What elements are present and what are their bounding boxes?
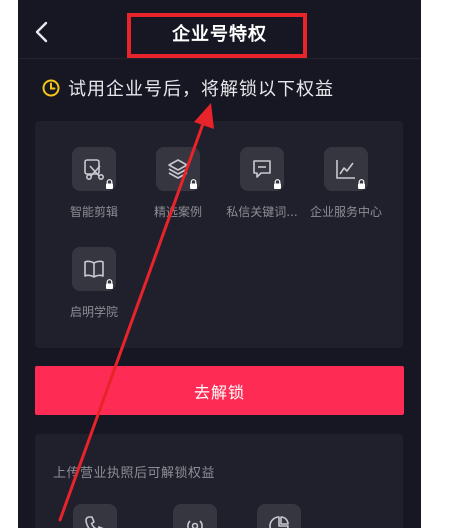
page-title: 企业号特权 [172,24,267,45]
pie-chart-icon [269,516,289,528]
nav-divider [18,58,421,59]
feature-service-center[interactable]: 企业服务中心 [304,147,388,220]
phone-benefit[interactable] [73,504,117,528]
feature-icon-tile [156,147,200,191]
phone-icon [85,516,104,528]
feature-label: 私信关键词... [226,205,298,219]
feature-cases[interactable]: 精选案例 [136,147,220,220]
broadcast-icon [187,520,203,528]
benefits-card: 智能剪辑 精选案例 私信关键词... 企业服务中心 启明学院 [35,121,403,348]
feature-icon-tile [324,147,368,191]
unlock-button[interactable]: 去解锁 [35,366,404,415]
scissors-icon [84,159,104,180]
trial-notice: 试用企业号后，将解锁以下权益 [42,76,334,100]
chart-icon [336,160,355,179]
broadcast-benefit[interactable] [173,504,217,528]
feature-label: 智能剪辑 [69,205,118,219]
book-icon [84,260,104,278]
feature-icon-tile [72,247,116,291]
layers-icon [168,159,188,179]
analytics-benefit[interactable] [257,504,301,528]
feature-label: 启明学院 [69,305,118,319]
lock-icon [106,279,113,289]
nav-bar: 企业号特权 [18,0,421,60]
lock-icon [106,179,113,189]
feature-label: 企业服务中心 [309,205,382,219]
lock-icon [190,179,197,189]
feature-label: 精选案例 [153,205,202,219]
feature-icon-tile [72,147,116,191]
clock-icon [42,79,60,97]
feature-smart-edit[interactable]: 智能剪辑 [52,147,136,220]
notice-text: 试用企业号后，将解锁以下权益 [68,79,334,100]
feature-icon-tile [240,147,284,191]
license-card: 上传营业执照后可解锁权益 [35,434,403,528]
chat-icon [253,160,271,178]
phone-screen: 企业号特权 试用企业号后，将解锁以下权益 智能剪辑 精选案例 私信关键词... … [18,0,421,528]
feature-dm-keywords[interactable]: 私信关键词... [220,147,304,220]
lock-icon [358,179,365,189]
feature-academy[interactable]: 启明学院 [52,247,136,320]
lock-icon [274,179,281,189]
license-section-title: 上传营业执照后可解锁权益 [53,466,216,481]
